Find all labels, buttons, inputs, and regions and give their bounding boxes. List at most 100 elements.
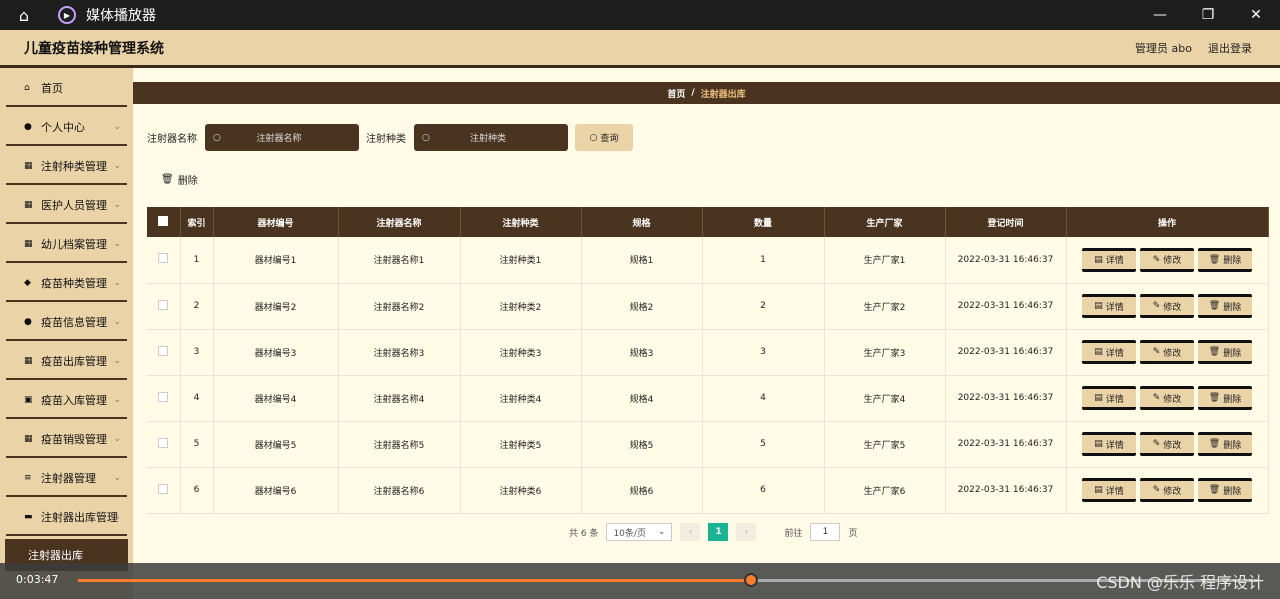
comment-icon: ▬ [24,511,33,522]
sidebar-item-label: 疫苗销毁管理 [41,432,107,446]
detail-button[interactable]: ▤ 详情 [1082,247,1136,272]
injection-type-input[interactable]: ○ 注射种类 [414,124,568,151]
breadcrumb-home[interactable]: 首页 [667,87,685,100]
cell-idx: 5 [180,421,214,468]
trash-icon: 🗑 [1208,485,1221,495]
sidebar-item-1[interactable]: ● 个人中心 ⌄ [0,107,133,146]
sidebar-item-label: 注射种类管理 [41,159,107,173]
minimize-icon[interactable]: — [1136,0,1184,30]
sidebar-item-10[interactable]: ≡ 注射器管理 ⌄ [0,458,133,497]
sidebar-item-label: 疫苗种类管理 [41,276,107,290]
pencil-icon: ✎ [1152,301,1161,311]
sidebar-item-9[interactable]: ▦ 疫苗销毁管理 ⌄ [0,419,133,458]
edit-button[interactable]: ✎ 修改 [1140,432,1194,456]
cell-maker: 生产厂家1 [824,237,946,284]
cell-maker: 生产厂家2 [824,283,946,330]
search-icon: ○ [589,132,601,143]
query-button[interactable]: ○ 查询 [575,124,633,151]
cell-spec: 规格4 [581,375,703,422]
cell-type: 注射种类3 [460,329,582,376]
column-header: 生产厂家 [824,207,946,237]
delete-button[interactable]: 🗑 删除 [1198,294,1252,318]
sidebar-item-label: 个人中心 [41,120,85,134]
edit-button[interactable]: ✎ 修改 [1140,247,1194,272]
batch-delete-button[interactable]: 🗑 删除 [161,172,198,187]
cell-qty: 1 [702,237,825,284]
row-actions: ▤ 详情 ✎ 修改 🗑 删除 [1066,467,1269,514]
prev-page-button[interactable]: ‹ [680,523,701,541]
sidebar-item-4[interactable]: ▦ 幼儿档案管理 ⌄ [0,224,133,263]
row-checkbox[interactable] [147,329,181,376]
sidebar-item-6[interactable]: ● 疫苗信息管理 ⌄ [0,302,133,341]
cell-code: 器材编号6 [213,467,339,514]
sidebar-item-3[interactable]: ▦ 医护人员管理 ⌄ [0,185,133,224]
table-row: 1 器材编号1 注射器名称1 注射种类1 规格1 1 生产厂家1 2022-03-31 16:… [147,237,1269,284]
column-header: 规格 [581,207,703,237]
edit-button[interactable]: ✎ 修改 [1140,386,1194,410]
edit-button[interactable]: ✎ 修改 [1140,340,1194,364]
pencil-icon: ✎ [1152,347,1161,357]
detail-button[interactable]: ▤ 详情 [1082,432,1136,456]
edit-button[interactable]: ✎ 修改 [1140,478,1194,502]
home-icon[interactable]: ⌂ [0,0,48,30]
page-number[interactable]: 1 [708,523,729,541]
cell-spec: 规格1 [581,237,703,284]
progress-knob[interactable] [743,573,758,587]
chevron-down-icon: ⌄ [113,355,121,366]
player-title: 媒体播放器 [86,8,156,24]
detail-button[interactable]: ▤ 详情 [1082,294,1136,318]
sidebar-item-2[interactable]: ▦ 注射种类管理 ⌄ [0,146,133,185]
logout-link[interactable]: 退出登录 [1208,40,1252,56]
row-checkbox[interactable] [147,237,181,284]
sidebar-item-0[interactable]: ⌂ 首页 [0,68,133,107]
cell-time: 2022-03-31 16:46:37 [945,421,1067,468]
cell-code: 器材编号4 [213,375,339,422]
detail-button[interactable]: ▤ 详情 [1082,478,1136,502]
row-checkbox[interactable] [147,375,181,422]
sidebar-item-5[interactable]: ◆ 疫苗种类管理 ⌄ [0,263,133,302]
row-actions: ▤ 详情 ✎ 修改 🗑 删除 [1066,329,1269,376]
sidebar-item-11[interactable]: ▬ 注射器出库管理 ⌄ [0,497,133,536]
chevron-down-icon: ⌄ [113,394,121,405]
grid-icon: ▦ [24,355,33,366]
grid-icon: ▦ [24,433,33,444]
app-title: 儿童疫苗接种管理系统 [24,40,164,57]
progress-track[interactable] [78,579,1258,582]
main-content: 首页 / 注射器出库 注射器名称 ○ 注射器名称 注射种类 ○ 注射种类 ○ 查… [133,68,1280,563]
delete-button[interactable]: 🗑 删除 [1198,432,1252,456]
select-all-checkbox[interactable] [147,207,181,237]
row-checkbox[interactable] [147,421,181,468]
page-size-select[interactable]: 10条/页 ⌄ [606,523,673,541]
sidebar-item-8[interactable]: ▣ 疫苗入库管理 ⌄ [0,380,133,419]
syringe-name-input[interactable]: ○ 注射器名称 [205,124,359,151]
cell-qty: 4 [702,375,825,422]
delete-button[interactable]: 🗑 删除 [1198,247,1252,272]
cell-qty: 2 [702,283,825,330]
goto-page-input[interactable]: 1 [810,523,841,541]
row-checkbox[interactable] [147,467,181,514]
syringe-name-label: 注射器名称 [147,134,197,145]
row-actions: ▤ 详情 ✎ 修改 🗑 删除 [1066,375,1269,422]
detail-button[interactable]: ▤ 详情 [1082,386,1136,410]
cell-maker: 生产厂家4 [824,375,946,422]
sidebar-item-7[interactable]: ▦ 疫苗出库管理 ⌄ [0,341,133,380]
delete-button[interactable]: 🗑 删除 [1198,478,1252,502]
chevron-down-icon: ⌄ [113,238,121,249]
restore-icon[interactable]: ❐ [1184,0,1232,30]
cell-code: 器材编号1 [213,237,339,284]
detail-button[interactable]: ▤ 详情 [1082,340,1136,364]
data-table: 索引 器材编号 注射器名称 注射种类 规格 数量 生产厂家 登记时间 操作 1 器材编号1 注射器名… [147,207,1269,514]
document-icon: ▤ [1094,485,1103,495]
table-row: 5 器材编号5 注射器名称5 注射种类5 规格5 5 生产厂家5 2022-03-31 16:… [147,421,1269,468]
column-header: 器材编号 [213,207,339,237]
column-header: 注射器名称 [338,207,461,237]
cell-time: 2022-03-31 16:46:37 [945,467,1067,514]
next-page-button[interactable]: › [736,523,757,541]
delete-button[interactable]: 🗑 删除 [1198,386,1252,410]
edit-button[interactable]: ✎ 修改 [1140,294,1194,318]
delete-button[interactable]: 🗑 删除 [1198,340,1252,364]
column-header: 索引 [180,207,214,237]
close-icon[interactable]: ✕ [1232,0,1280,30]
clipboard-icon: ▣ [24,394,33,405]
row-checkbox[interactable] [147,283,181,330]
